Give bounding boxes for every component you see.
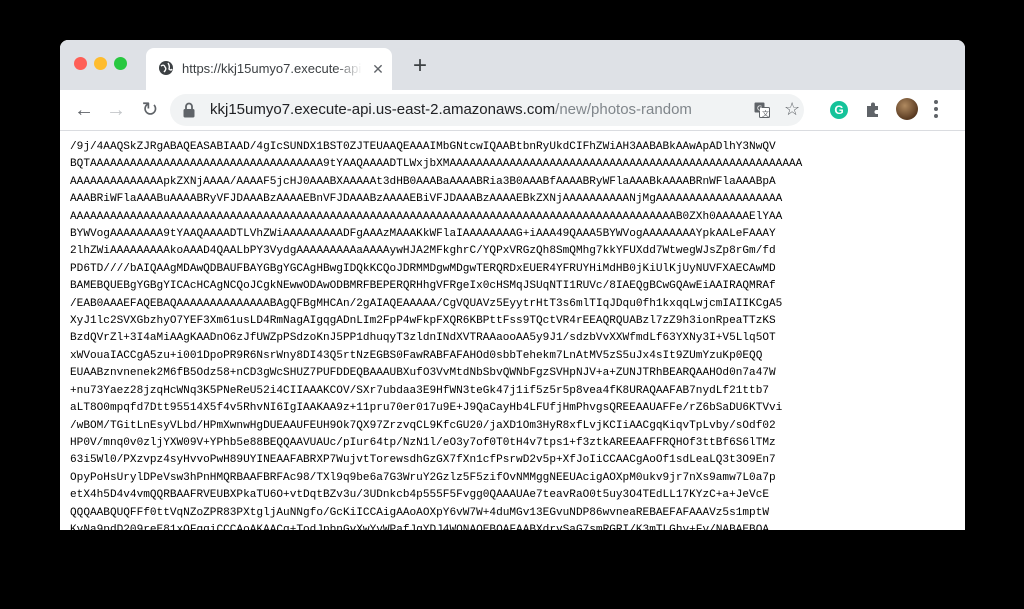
- reload-button[interactable]: ↻: [140, 100, 160, 120]
- text-line: /9j/4AAQSkZJRgABAQEASABIAAD/4gIcSUNDX1BS…: [70, 141, 776, 153]
- page-content: /9j/4AAQSkZJRgABAQEASABIAAD/4gIcSUNDX1BS…: [60, 131, 965, 530]
- text-line: xWVouaIACCgA5zu+i001DpoPR9R6NsrWny8DI43Q…: [70, 349, 763, 362]
- text-line: QQQAABQUQFFf0ttVqNZoZPR83PXtgljAuNNgfo/G…: [70, 506, 770, 519]
- text-line: OpyPoHsUrylDPeVsw3hPnHMQRBAAFBRFAc98/TXl…: [70, 471, 776, 484]
- more-menu-icon[interactable]: [934, 100, 938, 120]
- window-minimize-button[interactable]: [94, 57, 107, 70]
- url-text[interactable]: kkj15umyo7.execute-api.us-east-2.amazona…: [210, 101, 692, 119]
- tab-title: https://kkj15umyo7.execute-api.us-east-2…: [182, 61, 362, 76]
- lock-icon[interactable]: [182, 102, 196, 118]
- puzzle-extensions-icon[interactable]: [864, 101, 882, 119]
- text-line: etX4h5D4v4vmQQRBAAFRVEUBXPkaTU6O+vtDqtBZ…: [70, 489, 770, 502]
- window-maximize-button[interactable]: [114, 57, 127, 70]
- back-button[interactable]: ←: [74, 100, 94, 120]
- text-line: XyJ1lc2SVXGbzhyO7YEF3Xm61usLD4RmNagAIgqg…: [70, 315, 776, 328]
- window-close-button[interactable]: [74, 57, 87, 70]
- text-line: AAAAAAAAAAAAAAAAAAAAAAAAAAAAAAAAAAAAAAAA…: [70, 210, 783, 223]
- text-line: PD6TD////bAIQAAgMDAwQDBAUFBAYGBgYGCAgHBw…: [70, 262, 776, 275]
- address-bar[interactable]: kkj15umyo7.execute-api.us-east-2.amazona…: [170, 94, 804, 126]
- url-path: /new/photos-random: [555, 101, 692, 118]
- text-line: aLT8O0mpqfd7Dtt95514X5f4v5RhvNI6IgIAAKAA…: [70, 402, 783, 415]
- text-line: /EAB0AAAEFAQEBAQAAAAAAAAAAAAAABAgQFBgMHC…: [70, 297, 783, 310]
- translate-icon[interactable]: G 文: [754, 102, 770, 118]
- text-line: BzdQVrZl+3I4aMiAAgKAADnO6zJfUWZpPSdzoKnJ…: [70, 332, 776, 345]
- text-line: KyNa9pdD209reE81xOFgqiCCCAoAKAACq+TodJpb…: [70, 523, 770, 530]
- text-line: BAMEBQUEBgYGBgYICAcHCAgNCQoJCgkNEwwODAwO…: [70, 280, 776, 293]
- text-line: BYWVogAAAAAAAA9tYAAQAAAADTLVhZWiAAAAAAAA…: [70, 228, 776, 241]
- text-line: EUAABznvnenek2M6fB5Odz58+nCD3gWcSHUZ7PUF…: [70, 367, 776, 380]
- text-line: AAAAAAAAAAAAAApkZXNjAAAA/AAAAF5jcHJ0AAAB…: [70, 175, 776, 188]
- text-line: +nu73Yaez28jzqHcWNq3K5PNeReU52i4CIIAAAKC…: [70, 384, 770, 397]
- grammarly-extension-icon[interactable]: G: [830, 101, 848, 119]
- text-line: /wBOM/TGitLnEsyVLbd/HPmXwnwHgDUEAAUFEUH9…: [70, 419, 776, 432]
- text-line: AAABRiWFlaAAABuAAAABRyVFJDAAABzAAAAEBnVF…: [70, 193, 783, 206]
- url-host: kkj15umyo7.execute-api.us-east-2.amazona…: [210, 101, 556, 118]
- tab-strip: https://kkj15umyo7.execute-api.us-east-2…: [60, 40, 965, 90]
- text-line: 63i5Wl0/PXzvpz4syHvvoPwH89UYINEAAFABRXP7…: [70, 454, 776, 467]
- svg-text:文: 文: [762, 109, 769, 118]
- browser-toolbar: ← → ↻ kkj15umyo7.execute-api.us-east-2.a…: [60, 90, 965, 131]
- tab-close-icon[interactable]: ✕: [370, 61, 386, 77]
- browser-tab[interactable]: https://kkj15umyo7.execute-api.us-east-2…: [146, 48, 392, 90]
- new-tab-button[interactable]: +: [408, 54, 432, 79]
- text-line: 2lhZWiAAAAAAAAAkoAAAD4QAALbPY3VydgAAAAAA…: [70, 245, 776, 258]
- browser-window: https://kkj15umyo7.execute-api.us-east-2…: [60, 40, 965, 530]
- text-line: BQTAAAAAAAAAAAAAAAAAAAAAAAAAAAAAAAAAAA9t…: [70, 158, 803, 171]
- star-icon[interactable]: ☆: [784, 100, 800, 118]
- response-body-text: /9j/4AAQSkZJRgABAQEASABIAAD/4gIcSUNDX1BS…: [60, 131, 965, 530]
- profile-avatar[interactable]: [896, 98, 918, 120]
- forward-button[interactable]: →: [106, 100, 126, 120]
- text-line: HP0V/mnq0v0zljYXW09V+YPhb5e88BEQQAAVUAUc…: [70, 436, 776, 449]
- globe-icon: [159, 61, 173, 75]
